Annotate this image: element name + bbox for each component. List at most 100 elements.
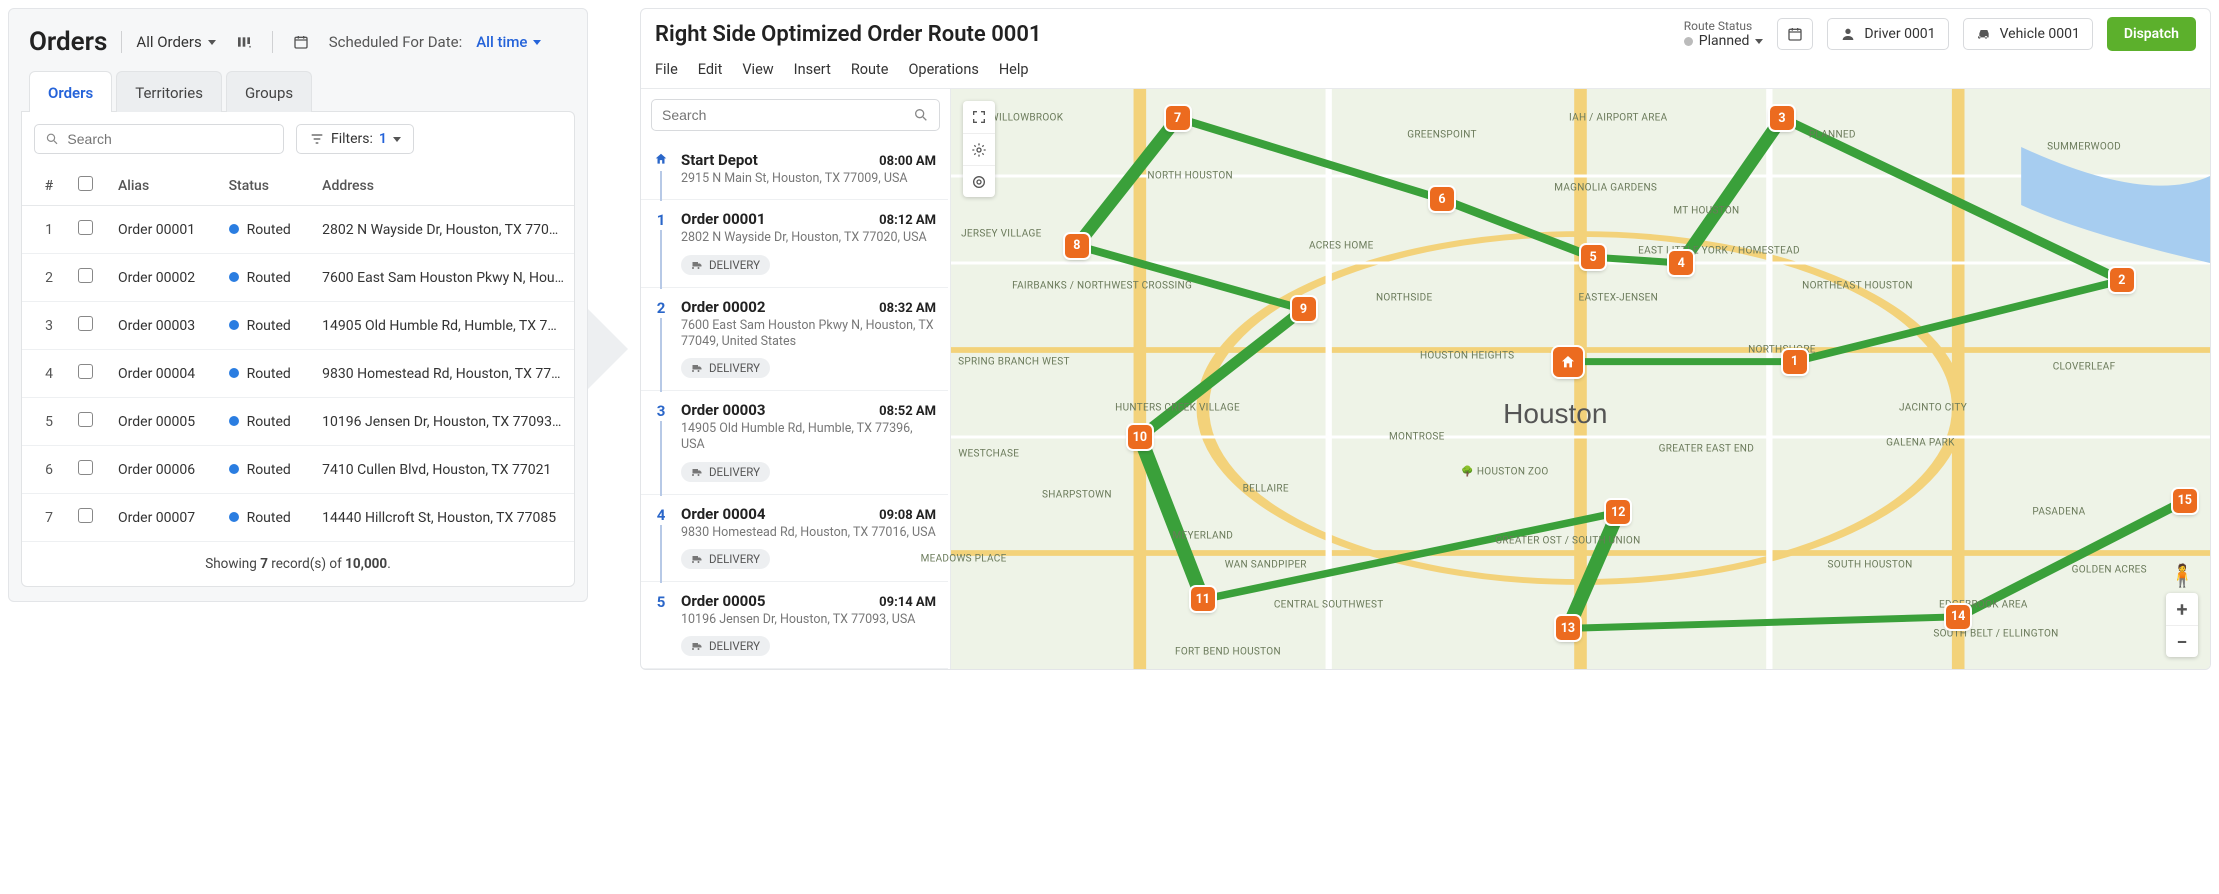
table-row[interactable]: 7Order 00007Routed14440 Hillcroft St, Ho…	[22, 494, 574, 542]
divider	[121, 31, 122, 53]
row-address: 2802 N Wayside Dr, Houston, TX 77020	[312, 206, 574, 254]
caret-down-icon	[393, 137, 401, 142]
row-status: Routed	[219, 446, 313, 494]
map-marker-depot[interactable]	[1553, 347, 1583, 377]
row-alias: Order 00002	[108, 254, 219, 302]
calendar-icon[interactable]	[287, 28, 315, 56]
row-status: Routed	[219, 398, 313, 446]
vehicle-button[interactable]: Vehicle 0001	[1963, 18, 2093, 50]
row-checkbox[interactable]	[78, 460, 93, 475]
stop-item[interactable]: 2 Order 00002 08:32 AM 7600 East Sam Hou…	[641, 288, 948, 392]
stop-name: Order 00001	[681, 210, 766, 228]
tab-orders[interactable]: Orders	[29, 71, 112, 112]
menu-operations[interactable]: Operations	[908, 61, 978, 78]
table-row[interactable]: 2Order 00002Routed7600 East Sam Houston …	[22, 254, 574, 302]
search-icon	[45, 131, 59, 147]
fullscreen-button[interactable]	[963, 101, 995, 133]
select-all-checkbox[interactable]	[78, 176, 93, 191]
map-marker[interactable]: 12	[1606, 500, 1630, 524]
scheduled-date-dropdown[interactable]: All time	[476, 33, 541, 51]
map-marker[interactable]: 10	[1128, 425, 1152, 449]
menu-help[interactable]: Help	[999, 61, 1029, 78]
table-row[interactable]: 5Order 00005Routed10196 Jensen Dr, Houst…	[22, 398, 574, 446]
row-num: 2	[22, 254, 68, 302]
table-row[interactable]: 6Order 00006Routed7410 Cullen Blvd, Hous…	[22, 446, 574, 494]
flow-arrow-icon	[588, 309, 628, 389]
locate-button[interactable]	[963, 165, 995, 197]
timeline-line	[660, 230, 662, 288]
orders-search[interactable]	[34, 124, 284, 154]
row-address: 14905 Old Humble Rd, Humble, TX 77…	[312, 302, 574, 350]
menu-insert[interactable]: Insert	[794, 61, 831, 78]
calendar-icon	[1787, 26, 1803, 42]
map-marker[interactable]: 11	[1191, 587, 1215, 611]
table-row[interactable]: 3Order 00003Routed14905 Old Humble Rd, H…	[22, 302, 574, 350]
menu-route[interactable]: Route	[851, 61, 889, 78]
stop-depot[interactable]: Start Depot 08:00 AM 2915 N Main St, Hou…	[641, 141, 948, 200]
row-alias: Order 00007	[108, 494, 219, 542]
row-checkbox[interactable]	[78, 412, 93, 427]
status-dot-icon	[1684, 37, 1693, 46]
menu-file[interactable]: File	[655, 61, 678, 78]
map-marker[interactable]: 9	[1292, 297, 1316, 321]
map-marker[interactable]: 14	[1946, 605, 1970, 629]
tab-territories[interactable]: Territories	[116, 71, 222, 112]
row-checkbox[interactable]	[78, 220, 93, 235]
map[interactable]: Houston WILLOWBROOKIAH / AIRPORT AREAGRE…	[951, 89, 2210, 669]
table-footer: Showing 7 record(s) of 10,000.	[22, 542, 574, 586]
row-checkbox[interactable]	[78, 508, 93, 523]
map-marker[interactable]: 2	[2110, 268, 2134, 292]
map-marker[interactable]: 6	[1430, 187, 1454, 211]
row-alias: Order 00003	[108, 302, 219, 350]
scope-dropdown[interactable]: All Orders	[136, 33, 215, 51]
row-num: 1	[22, 206, 68, 254]
table-row[interactable]: 1Order 00001Routed2802 N Wayside Dr, Hou…	[22, 206, 574, 254]
status-dot-icon	[229, 272, 239, 282]
map-marker[interactable]: 1	[1783, 350, 1807, 374]
row-checkbox[interactable]	[78, 364, 93, 379]
stops-search[interactable]	[651, 99, 940, 131]
stop-item[interactable]: 1 Order 00001 08:12 AM 2802 N Wayside Dr…	[641, 200, 948, 287]
calendar-button[interactable]	[1777, 18, 1813, 50]
filters-label: Filters:	[331, 131, 373, 147]
map-marker[interactable]: 4	[1669, 251, 1693, 275]
driver-button[interactable]: Driver 0001	[1827, 18, 1948, 50]
map-marker[interactable]: 15	[2173, 489, 2197, 513]
stop-address: 2915 N Main St, Houston, TX 77009, USA	[681, 171, 936, 187]
stops-search-input[interactable]	[662, 107, 913, 123]
row-checkbox[interactable]	[78, 316, 93, 331]
row-checkbox[interactable]	[78, 268, 93, 283]
stop-address: 9830 Homestead Rd, Houston, TX 77016, US…	[681, 525, 936, 541]
pegman-icon[interactable]: 🧍	[2169, 564, 2196, 589]
menu-edit[interactable]: Edit	[698, 61, 723, 78]
route-status[interactable]: Route Status Planned	[1684, 19, 1764, 49]
truck-icon	[691, 466, 703, 478]
map-marker[interactable]: 8	[1065, 234, 1089, 258]
stop-item[interactable]: 5 Order 00005 09:14 AM 10196 Jensen Dr, …	[641, 582, 948, 669]
stop-item[interactable]: 3 Order 00003 08:52 AM 14905 Old Humble …	[641, 391, 948, 495]
stop-item[interactable]: 4 Order 00004 09:08 AM 9830 Homestead Rd…	[641, 495, 948, 582]
settings-button[interactable]	[963, 133, 995, 165]
map-marker[interactable]: 13	[1556, 616, 1580, 640]
delivery-badge: DELIVERY	[681, 358, 770, 378]
zoom-out-button[interactable]: −	[2166, 625, 2198, 657]
zoom-in-button[interactable]: +	[2166, 593, 2198, 625]
route-status-value: Planned	[1699, 33, 1750, 49]
columns-icon[interactable]	[230, 28, 258, 56]
col-alias: Alias	[108, 166, 219, 206]
map-marker[interactable]: 3	[1770, 106, 1794, 130]
row-num: 4	[22, 350, 68, 398]
delivery-badge: DELIVERY	[681, 255, 770, 275]
orders-search-input[interactable]	[67, 131, 273, 147]
divider	[272, 31, 273, 53]
menu-view[interactable]: View	[742, 61, 773, 78]
filters-button[interactable]: Filters: 1	[296, 124, 414, 154]
map-marker[interactable]: 7	[1166, 106, 1190, 130]
dispatch-button[interactable]: Dispatch	[2107, 17, 2196, 51]
stop-name: Order 00004	[681, 505, 766, 523]
table-row[interactable]: 4Order 00004Routed9830 Homestead Rd, Hou…	[22, 350, 574, 398]
truck-icon	[691, 259, 703, 271]
map-marker[interactable]: 5	[1581, 245, 1605, 269]
tab-groups[interactable]: Groups	[226, 71, 312, 112]
row-status: Routed	[219, 254, 313, 302]
